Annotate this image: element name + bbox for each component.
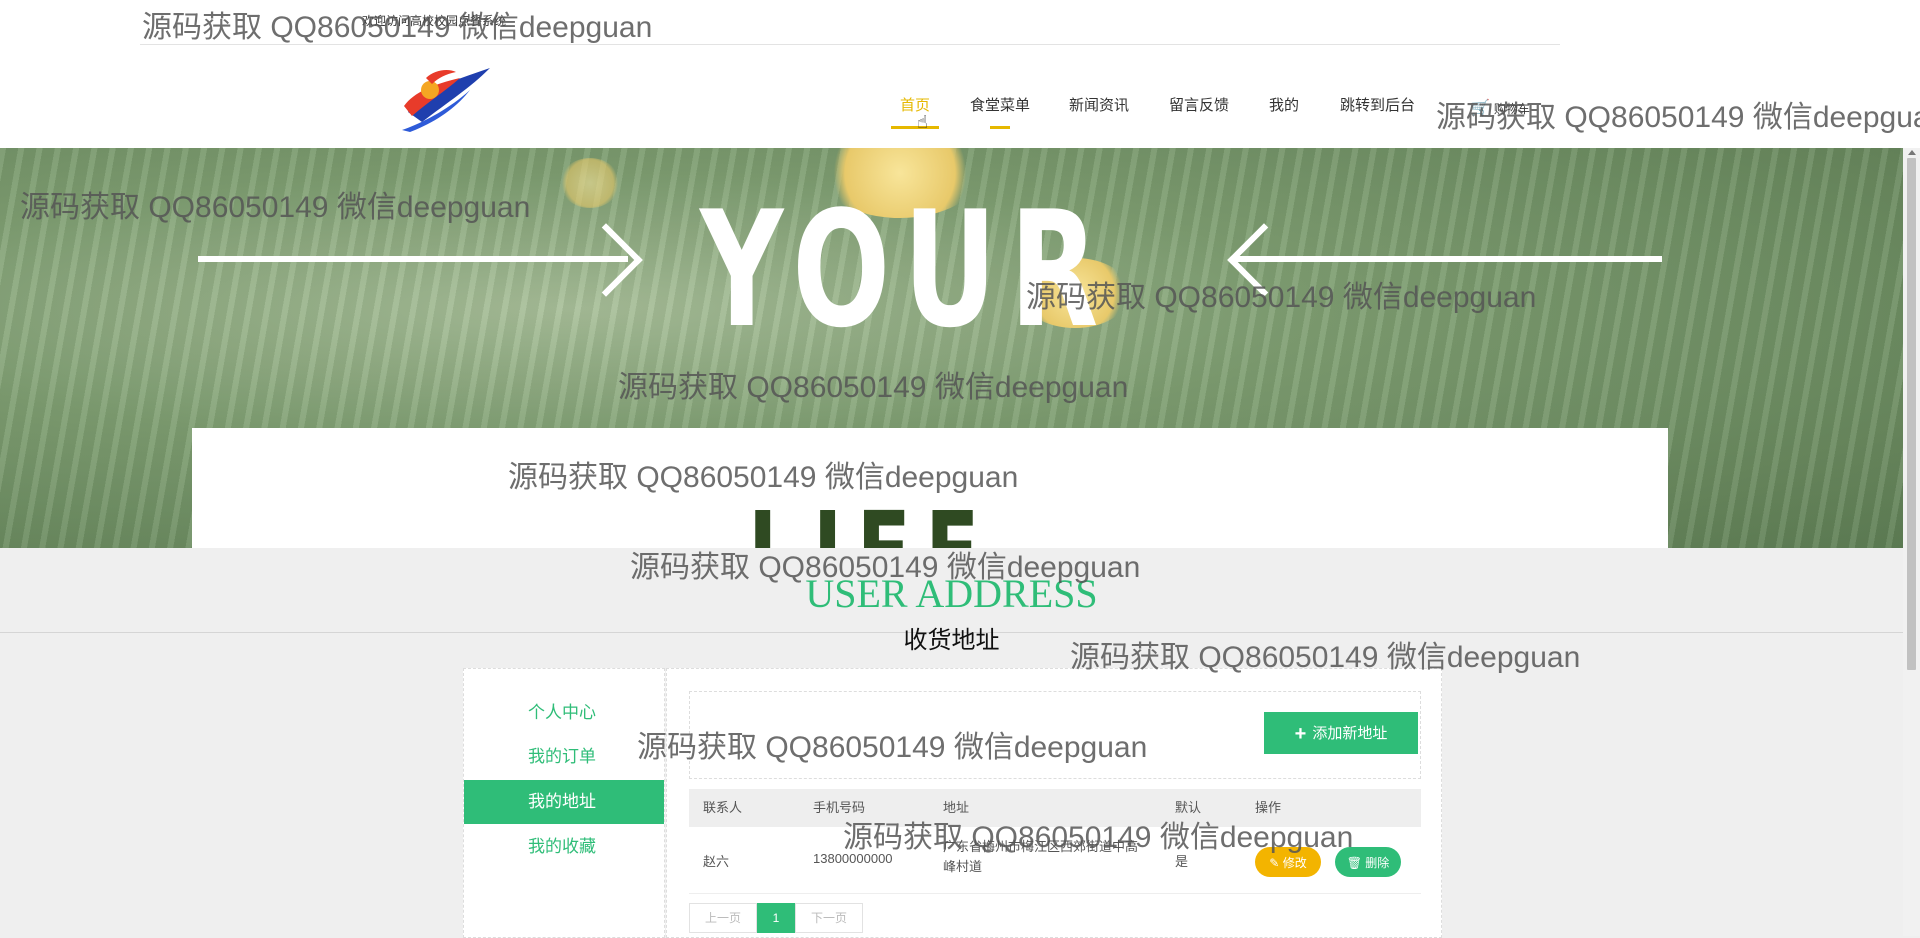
sidebar-item-address[interactable]: 我的地址 bbox=[464, 780, 664, 824]
welcome-text: 欢迎访问高校校园点餐系统 bbox=[362, 14, 507, 28]
add-address-bar: + 添加新地址 bbox=[689, 691, 1421, 779]
next-page-button[interactable]: 下一页 bbox=[795, 903, 863, 933]
column-header-address: 地址 bbox=[943, 800, 970, 815]
plus-icon: + bbox=[1294, 723, 1307, 745]
page-number-current[interactable]: 1 bbox=[757, 903, 795, 933]
hero-banner: YOUR LIFE bbox=[0, 148, 1903, 548]
cell-address: 广东省梅州市梅江区西郊街道中高峰村道 bbox=[943, 839, 1139, 874]
nav-admin[interactable]: 跳转到后台 bbox=[1340, 94, 1415, 115]
sidebar-item-profile[interactable]: 个人中心 bbox=[464, 691, 664, 735]
scroll-up-icon[interactable] bbox=[1908, 150, 1916, 155]
trash-icon: 🗑 bbox=[1346, 856, 1366, 870]
prev-page-button[interactable]: 上一页 bbox=[689, 903, 757, 933]
nav-cart[interactable]: 🛒 购物车 bbox=[1470, 98, 1530, 118]
pagination: 上一页 1 下一页 bbox=[689, 903, 863, 933]
nav-feedback[interactable]: 留言反馈 bbox=[1169, 94, 1229, 115]
column-header-actions: 操作 bbox=[1255, 800, 1282, 815]
edit-button[interactable]: ✎ 修改 bbox=[1255, 847, 1321, 877]
delete-label: 删除 bbox=[1365, 856, 1390, 870]
cell-contact: 赵六 bbox=[703, 854, 730, 869]
add-address-label: 添加新地址 bbox=[1312, 725, 1388, 742]
nav-mine[interactable]: 我的 bbox=[1269, 94, 1299, 115]
page-scrollbar[interactable] bbox=[1903, 148, 1920, 936]
site-logo[interactable] bbox=[400, 62, 494, 132]
column-header-phone: 手机号码 bbox=[813, 800, 866, 815]
address-table-header: 联系人 手机号码 地址 默认 操作 bbox=[689, 789, 1421, 827]
section-title-cn: 收货地址 bbox=[903, 627, 1000, 654]
top-header: 欢迎访问高校校园点餐系统 首页 食堂菜单 新闻资讯 留言反馈 我的 跳转到后台 … bbox=[0, 0, 1920, 148]
sidebar-item-favorites[interactable]: 我的收藏 bbox=[464, 825, 664, 869]
address-panel: + 添加新地址 联系人 手机号码 地址 默认 操作 赵六 13800000000 … bbox=[666, 668, 1442, 938]
column-header-default: 默认 bbox=[1175, 800, 1202, 815]
nav-news[interactable]: 新闻资讯 bbox=[1069, 94, 1129, 115]
header-divider bbox=[140, 44, 1560, 45]
cart-icon: 🛒 bbox=[1470, 100, 1490, 117]
add-address-button[interactable]: + 添加新地址 bbox=[1264, 712, 1418, 754]
user-sidebar: 个人中心 我的订单 我的地址 我的收藏 bbox=[463, 668, 665, 938]
pencil-icon: ✎ bbox=[1269, 856, 1283, 870]
arrow-right-icon bbox=[198, 256, 628, 262]
mouse-cursor-icon: ☝ bbox=[917, 112, 928, 132]
cell-default: 是 bbox=[1175, 854, 1189, 869]
banner-word-your: YOUR bbox=[700, 176, 1112, 363]
table-row: 赵六 13800000000 广东省梅州市梅江区西郊街道中高峰村道 是 ✎ 修改… bbox=[689, 827, 1421, 894]
edit-label: 修改 bbox=[1282, 856, 1307, 870]
delete-button[interactable]: 🗑 删除 bbox=[1335, 847, 1401, 877]
scroll-thumb[interactable] bbox=[1907, 158, 1916, 670]
column-header-contact: 联系人 bbox=[703, 800, 743, 815]
banner-word-life: LIFE bbox=[748, 488, 994, 548]
section-title-en: USER ADDRESS bbox=[805, 571, 1098, 616]
nav-cart-label: 购物车 bbox=[1493, 102, 1530, 116]
nav-canteen-menu[interactable]: 食堂菜单 bbox=[970, 94, 1030, 115]
sidebar-item-orders[interactable]: 我的订单 bbox=[464, 735, 664, 779]
cell-phone: 13800000000 bbox=[813, 851, 893, 866]
